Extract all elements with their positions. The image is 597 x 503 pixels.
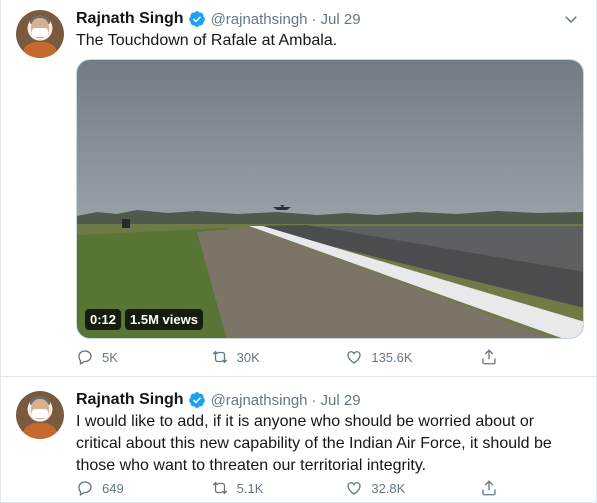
chevron-down-icon[interactable] xyxy=(562,10,580,28)
video-player[interactable]: 0:12 1.5M views xyxy=(76,59,584,339)
tweet-date[interactable]: Jul 29 xyxy=(321,11,361,28)
like-count: 135.6K xyxy=(371,349,413,365)
tweet-1[interactable]: Rajnath Singh @rajnathsingh · Jul 29 The… xyxy=(0,0,597,377)
verified-badge-icon xyxy=(188,392,205,408)
reply-icon xyxy=(78,481,92,496)
retweet-count: 30K xyxy=(236,349,260,365)
verified-badge-icon xyxy=(188,11,205,27)
tweet-2[interactable]: Rajnath Singh @rajnathsingh · Jul 29 I w… xyxy=(0,376,597,503)
tweet-text: I would like to add, if it is anyone who… xyxy=(76,411,581,477)
reply-button[interactable]: 5K xyxy=(76,347,211,367)
video-views: 1.5M views xyxy=(125,309,203,330)
tweet-text-line: those who want to threaten our territori… xyxy=(76,457,427,474)
tweet-actions: 5K 30K 135.6K xyxy=(76,347,506,367)
share-button[interactable] xyxy=(480,347,506,367)
tweet-header: Rajnath Singh @rajnathsingh · Jul 29 xyxy=(76,8,361,30)
share-icon xyxy=(482,349,496,365)
separator-dot: · xyxy=(311,10,317,28)
video-duration: 0:12 xyxy=(85,309,122,330)
like-button[interactable]: 135.6K xyxy=(345,347,480,367)
tweet-text-line: I would like to add, if it is anyone who… xyxy=(76,413,535,430)
like-button[interactable]: 32.8K xyxy=(345,478,480,498)
reply-count: 5K xyxy=(102,349,118,365)
tweet-text-line: critical about this new capability of th… xyxy=(76,435,552,452)
retweet-icon xyxy=(212,350,227,364)
heart-icon xyxy=(347,351,362,364)
author-name[interactable]: Rajnath Singh xyxy=(76,391,184,409)
separator-dot: · xyxy=(311,391,317,409)
reply-count: 649 xyxy=(102,480,124,496)
author-name[interactable]: Rajnath Singh xyxy=(76,10,184,28)
share-icon xyxy=(482,480,496,496)
retweet-icon xyxy=(212,481,227,495)
tweet-actions: 649 5.1K 32.8K xyxy=(76,478,506,498)
video-frame xyxy=(77,60,583,338)
author-handle[interactable]: @rajnathsingh xyxy=(211,392,308,409)
share-button[interactable] xyxy=(480,478,506,498)
tweet-date[interactable]: Jul 29 xyxy=(321,392,361,409)
retweet-button[interactable]: 30K xyxy=(211,347,346,367)
video-info: 0:12 1.5M views xyxy=(85,309,203,330)
reply-icon xyxy=(78,350,92,365)
author-handle[interactable]: @rajnathsingh xyxy=(211,11,308,28)
avatar[interactable] xyxy=(16,10,64,58)
avatar[interactable] xyxy=(16,391,64,439)
like-count: 32.8K xyxy=(371,480,406,496)
tweet-header: Rajnath Singh @rajnathsingh · Jul 29 xyxy=(76,389,361,411)
reply-button[interactable]: 649 xyxy=(76,478,211,498)
retweet-count: 5.1K xyxy=(236,480,264,496)
heart-icon xyxy=(347,482,362,495)
tweet-text: The Touchdown of Rafale at Ambala. xyxy=(76,32,338,49)
retweet-button[interactable]: 5.1K xyxy=(211,478,346,498)
